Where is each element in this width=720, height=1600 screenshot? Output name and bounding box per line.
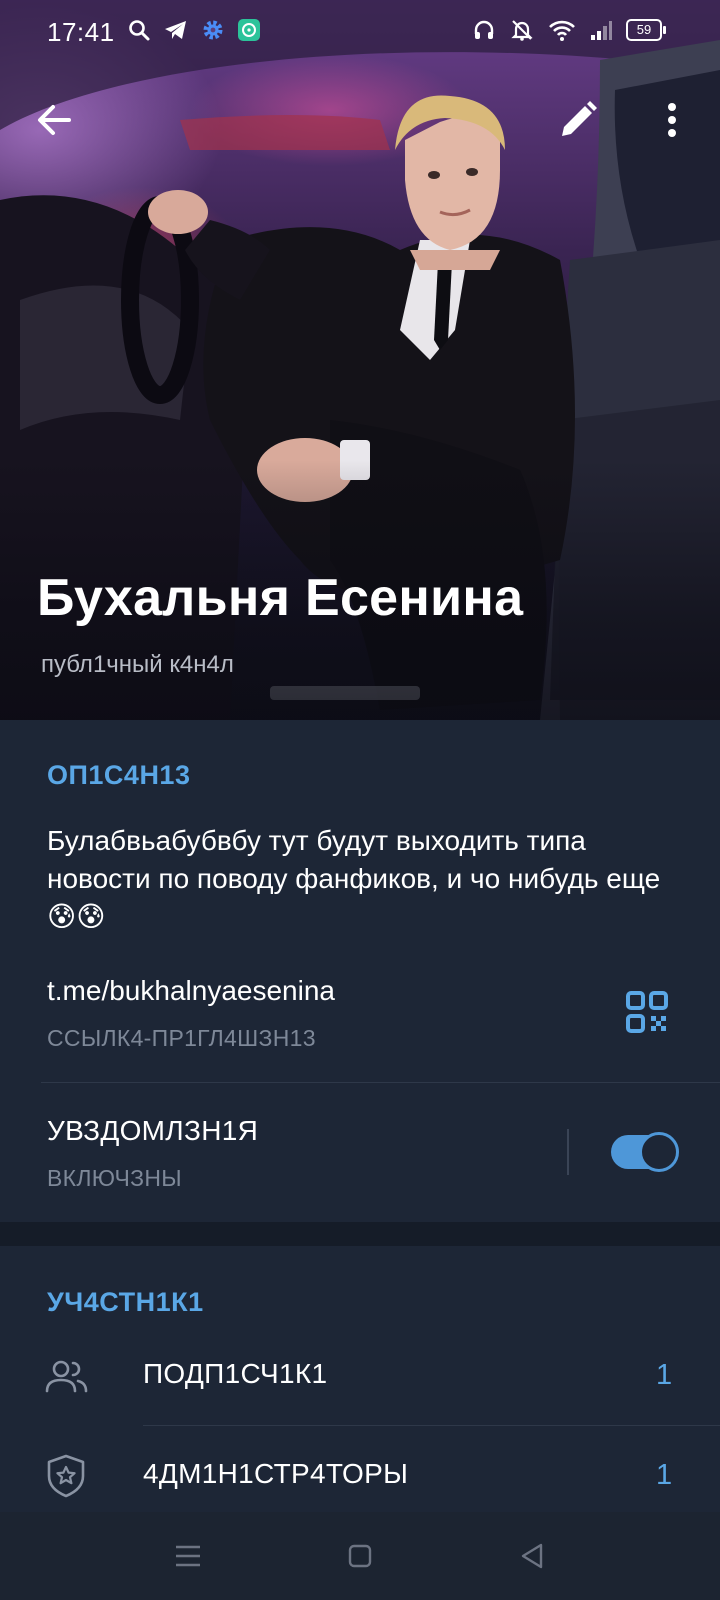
administrators-count: 1 — [656, 1459, 673, 1491]
info-divider — [41, 1082, 720, 1083]
telegram-icon — [165, 21, 186, 39]
channel-link[interactable]: t.me/bukhalnyaesenina — [47, 975, 335, 1007]
more-button[interactable] — [648, 96, 696, 144]
members-section-title: УЧ4СТН1К1 — [47, 1287, 204, 1317]
signal-icon — [591, 21, 612, 40]
description-section-title: ОП1С4Н13 — [47, 760, 191, 790]
channel-description: Булабвьабубвбу тут будут выходить типа н… — [47, 825, 661, 932]
section-separator — [0, 1222, 720, 1246]
channel-subtitle: публ1чный к4н4л — [41, 651, 234, 678]
edit-button[interactable] — [554, 96, 602, 144]
home-square-icon[interactable] — [342, 1538, 378, 1574]
notifications-status: ВКЛЮЧЗНЫ — [47, 1165, 182, 1191]
notifications-separator — [567, 1129, 569, 1175]
status-time: 17:41 — [47, 17, 115, 47]
notifications-label[interactable]: УВЗДОМЛЗН1Я — [47, 1115, 258, 1147]
toggle-knob — [639, 1132, 679, 1172]
shield-star-icon — [47, 1454, 85, 1498]
status-bar: 17:41 59 — [0, 0, 720, 66]
subscribers-row[interactable]: ПОДП1СЧ1К1 — [143, 1358, 327, 1390]
channel-header: 17:41 59 Бухальня Есенина публ1чный к4н4… — [0, 0, 720, 720]
administrators-row[interactable]: 4ДМ1Н1СТР4ТОРЫ — [143, 1458, 408, 1490]
system-nav-bar — [0, 1512, 720, 1600]
chat-app-icon — [238, 19, 260, 41]
subscribers-count: 1 — [656, 1359, 673, 1391]
menu-icon[interactable] — [170, 1538, 206, 1574]
channel-title: Бухальня Есенина — [37, 569, 524, 627]
mute-bell-icon — [511, 20, 533, 41]
battery-icon: 59 — [626, 19, 666, 41]
wifi-icon — [549, 20, 575, 41]
headset-icon — [474, 20, 494, 39]
back-button[interactable] — [31, 96, 79, 144]
link-caption: ССЫЛК4-ПР1ГЛ4ШЗН13 — [47, 1025, 316, 1051]
back-triangle-icon[interactable] — [514, 1538, 550, 1574]
notifications-toggle[interactable] — [611, 1132, 679, 1172]
search-icon — [129, 20, 150, 41]
users-icon — [45, 1360, 88, 1393]
settings-icon — [203, 20, 223, 40]
battery-level: 59 — [636, 22, 652, 37]
members-divider — [143, 1425, 720, 1426]
qr-code-button[interactable] — [626, 991, 668, 1033]
